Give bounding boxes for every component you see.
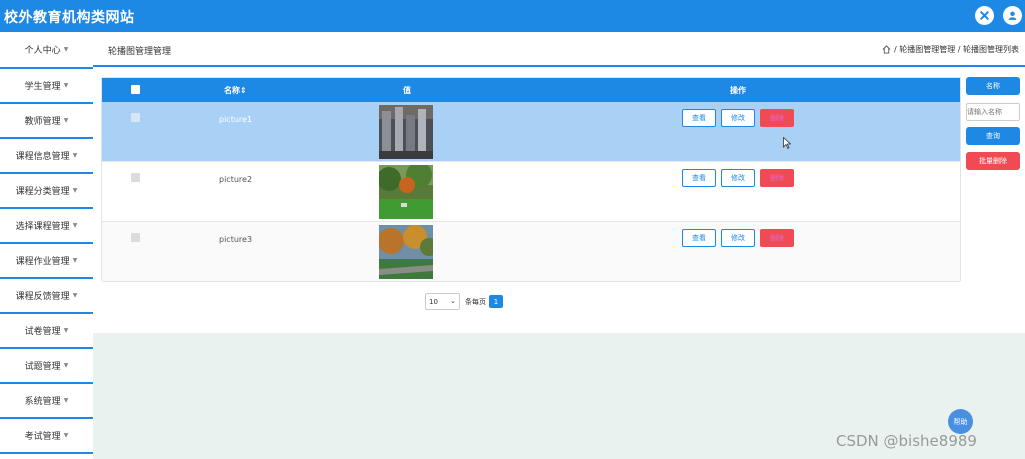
sidebar-item-label: 课程分类管理 — [15, 187, 70, 197]
home-icon[interactable] — [882, 45, 891, 54]
row-checkbox[interactable] — [131, 173, 140, 182]
sidebar-item-students[interactable]: 学生管理 ▼ — [0, 67, 93, 102]
sidebar-item-system[interactable]: 系统管理 ▼ — [0, 382, 93, 417]
table-header: 名称⇕ 值 操作 — [102, 78, 960, 102]
select-all-checkbox[interactable] — [131, 85, 140, 94]
sidebar-item-feedback[interactable]: 课程反馈管理 ▼ — [0, 277, 93, 312]
sidebar-item-teachers[interactable]: 教师管理 ▼ — [0, 102, 93, 137]
sidebar-item-exams[interactable]: 考试管理 ▼ — [0, 417, 93, 454]
chevron-down-icon: ▼ — [72, 222, 78, 229]
sidebar-item-course-info[interactable]: 课程信息管理 ▼ — [0, 137, 93, 172]
edit-button[interactable]: 修改 — [721, 229, 755, 247]
chevron-down-icon: ⌄ — [450, 297, 456, 305]
row-checkbox[interactable] — [131, 113, 140, 122]
sidebar-item-label: 学生管理 — [24, 82, 61, 92]
chevron-down-icon: ▼ — [63, 397, 69, 404]
carousel-image-thumbnail — [379, 165, 433, 219]
sidebar-item-label: 教师管理 — [24, 117, 61, 127]
table-row[interactable]: picture2 查看 修改 删除 — [102, 162, 960, 222]
delete-button[interactable]: 删除 — [760, 109, 794, 127]
chevron-down-icon: ▼ — [63, 46, 69, 53]
sidebar-item-label: 课程反馈管理 — [15, 292, 70, 302]
page-header: 轮播图管理管理 / 轮播图管理管理 / 轮播图管理列表 — [93, 32, 1025, 67]
page-title: 轮播图管理管理 — [108, 47, 172, 57]
breadcrumb: / 轮播图管理管理 / 轮播图管理列表 — [882, 44, 1019, 55]
name-filter-label: 名称 — [966, 77, 1020, 95]
carousel-image-thumbnail — [379, 225, 433, 279]
column-header-value: 值 — [403, 86, 411, 95]
delete-button[interactable]: 删除 — [760, 169, 794, 187]
site-title: 校外教育机构类网站 — [4, 10, 135, 26]
sidebar-item-course-selection[interactable]: 选择课程管理 ▼ — [0, 207, 93, 242]
chevron-down-icon: ▼ — [63, 432, 69, 439]
sidebar-item-questions[interactable]: 试题管理 ▼ — [0, 347, 93, 382]
sidebar-item-label: 个人中心 — [24, 46, 61, 56]
close-icon — [980, 11, 989, 20]
column-header-actions: 操作 — [730, 86, 746, 95]
row-name: picture2 — [219, 175, 253, 184]
batch-delete-button[interactable]: 批量删除 — [966, 152, 1020, 170]
close-button[interactable] — [975, 6, 994, 25]
query-button[interactable]: 查询 — [966, 127, 1020, 145]
edit-button[interactable]: 修改 — [721, 169, 755, 187]
sidebar-item-label: 课程信息管理 — [15, 152, 70, 162]
help-float-button[interactable]: 帮助 — [948, 409, 973, 434]
carousel-image-thumbnail — [379, 105, 433, 159]
user-button[interactable] — [1003, 6, 1022, 25]
sidebar-item-label: 试卷管理 — [24, 327, 61, 337]
sidebar: 个人中心 ▼ 学生管理 ▼ 教师管理 ▼ 课程信息管理 ▼ 课程分类管理 ▼ 选择课程管理… — [0, 32, 93, 459]
mouse-cursor-icon — [783, 137, 791, 149]
row-name: picture3 — [219, 235, 253, 244]
chevron-down-icon: ▼ — [72, 292, 78, 299]
chevron-down-icon: ▼ — [72, 187, 78, 194]
sidebar-item-label: 考试管理 — [24, 432, 61, 442]
view-button[interactable]: 查看 — [682, 109, 716, 127]
chevron-down-icon: ▼ — [72, 257, 78, 264]
chevron-down-icon: ▼ — [63, 327, 69, 334]
column-header-name[interactable]: 名称⇕ — [224, 85, 247, 96]
view-button[interactable]: 查看 — [682, 229, 716, 247]
table-row[interactable]: picture1 查看 修改 删除 — [102, 102, 960, 162]
sidebar-item-personal-center[interactable]: 个人中心 ▼ — [0, 32, 93, 67]
chevron-down-icon: ▼ — [63, 117, 69, 124]
delete-button[interactable]: 删除 — [760, 229, 794, 247]
chevron-down-icon: ▼ — [63, 362, 69, 369]
page-number-button[interactable]: 1 — [489, 295, 503, 308]
chevron-down-icon: ▼ — [63, 82, 69, 89]
breadcrumb-item: 轮播图管理列表 — [963, 45, 1019, 54]
watermark: CSDN @bishe8989 — [836, 432, 977, 450]
row-checkbox[interactable] — [131, 233, 140, 242]
breadcrumb-item[interactable]: 轮播图管理管理 — [899, 44, 955, 55]
sidebar-item-label: 课程作业管理 — [15, 257, 70, 267]
search-input[interactable] — [966, 103, 1020, 121]
table-row[interactable]: picture3 查看 修改 删除 — [102, 222, 960, 282]
user-icon — [1008, 11, 1017, 20]
chevron-down-icon: ▼ — [72, 152, 78, 159]
top-bar: 校外教育机构类网站 — [0, 0, 1025, 32]
sidebar-item-homework[interactable]: 课程作业管理 ▼ — [0, 242, 93, 277]
sidebar-item-label: 试题管理 — [24, 362, 61, 372]
sidebar-item-label: 选择课程管理 — [15, 222, 70, 232]
page-size-value: 10 — [429, 297, 438, 306]
sidebar-item-course-category[interactable]: 课程分类管理 ▼ — [0, 172, 93, 207]
per-page-label: 条每页 — [465, 298, 486, 306]
sidebar-item-papers[interactable]: 试卷管理 ▼ — [0, 312, 93, 347]
view-button[interactable]: 查看 — [682, 169, 716, 187]
page-size-select[interactable]: 10 ⌄ — [425, 293, 460, 310]
sidebar-item-label: 系统管理 — [24, 397, 61, 407]
data-table: 名称⇕ 值 操作 picture1 查看 修改 删除 picture2 查看 修… — [101, 77, 961, 282]
edit-button[interactable]: 修改 — [721, 109, 755, 127]
row-name: picture1 — [219, 115, 253, 124]
